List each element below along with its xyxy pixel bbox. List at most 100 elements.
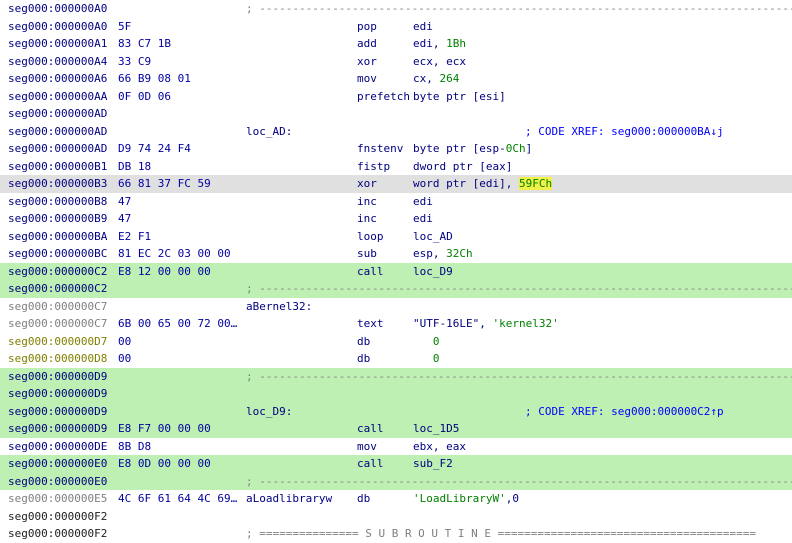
listing-row[interactable]: seg000:000000E0 E8 0D 00 00 00 call sub_F2 [0, 455, 792, 473]
listing-row[interactable]: seg000:000000A1 83 C7 1B add edi, 1Bh [0, 35, 792, 53]
opcode-bytes[interactable]: 47 [118, 193, 131, 211]
instruction-mnemonic[interactable]: pop [357, 18, 377, 36]
disassembly-listing[interactable]: seg000:000000A0 ; -----------------------… [0, 0, 792, 540]
instruction-mnemonic[interactable]: loop [357, 228, 384, 246]
instruction-operands[interactable]: byte ptr [esi] [413, 88, 506, 106]
row-address[interactable]: seg000:000000C2 [8, 280, 107, 298]
row-address[interactable]: seg000:000000D9 [8, 385, 107, 403]
instruction-operands[interactable]: loc_AD [413, 228, 453, 246]
instruction-operands[interactable]: 0 [413, 333, 440, 351]
opcode-bytes[interactable]: 00 [118, 333, 131, 351]
opcode-bytes[interactable]: 47 [118, 210, 131, 228]
operand-number[interactable]: 32Ch [446, 247, 473, 260]
listing-row[interactable]: seg000:000000C7 aBernel32: [0, 298, 792, 316]
listing-row[interactable]: seg000:000000D8 00 db 0 [0, 350, 792, 368]
instruction-operands[interactable]: 0 [413, 350, 440, 368]
instruction-mnemonic[interactable]: xor [357, 53, 377, 71]
instruction-operands[interactable]: edi [413, 18, 433, 36]
row-address[interactable]: seg000:000000B8 [8, 193, 107, 211]
separator-comment[interactable]: ; --------------------------------------… [246, 0, 792, 18]
xref-comment[interactable]: ; CODE XREF: seg000:000000BA↓j [525, 123, 724, 141]
opcode-bytes[interactable]: 83 C7 1B [118, 35, 171, 53]
listing-row[interactable]: seg000:000000F2 ; =============== S U B R… [0, 525, 792, 543]
listing-row[interactable]: seg000:000000AD [0, 105, 792, 123]
row-address[interactable]: seg000:000000D8 [8, 350, 107, 368]
separator-comment[interactable]: ; --------------------------------------… [246, 473, 792, 491]
instruction-mnemonic[interactable]: db [357, 333, 370, 351]
row-address[interactable]: seg000:000000D7 [8, 333, 107, 351]
row-address[interactable]: seg000:000000A4 [8, 53, 107, 71]
instruction-operands[interactable]: byte ptr [esp-0Ch] [413, 140, 532, 158]
operand-text[interactable]: sub_F2 [413, 457, 453, 470]
row-address[interactable]: seg000:000000C7 [8, 298, 107, 316]
operand-number[interactable]: 1Bh [446, 37, 466, 50]
operand-text[interactable]: loc_D9 [413, 265, 453, 278]
listing-row[interactable]: seg000:000000A0 5F pop edi [0, 18, 792, 36]
operand-number[interactable]: 0Ch [506, 142, 526, 155]
opcode-bytes[interactable]: 4C 6F 61 64 4C 69… [118, 490, 237, 508]
listing-row[interactable]: seg000:000000A4 33 C9 xor ecx, ecx [0, 53, 792, 71]
listing-row[interactable]: seg000:000000D7 00 db 0 [0, 333, 792, 351]
row-address[interactable]: seg000:000000A0 [8, 18, 107, 36]
instruction-operands[interactable]: loc_1D5 [413, 420, 459, 438]
listing-row[interactable]: seg000:000000C7 6B 00 65 00 72 00… text "UT… [0, 315, 792, 333]
row-address[interactable]: seg000:000000A0 [8, 0, 107, 18]
instruction-mnemonic[interactable]: sub [357, 245, 377, 263]
row-address[interactable]: seg000:000000F2 [8, 508, 107, 526]
instruction-operands[interactable]: edi [413, 193, 433, 211]
row-address[interactable]: seg000:000000F2 [8, 525, 107, 543]
instruction-operands[interactable]: ecx, ecx [413, 53, 466, 71]
listing-row[interactable]: seg000:000000C2 ; -----------------------… [0, 280, 792, 298]
opcode-bytes[interactable]: 5F [118, 18, 131, 36]
row-address[interactable]: seg000:000000D9 [8, 403, 107, 421]
row-address[interactable]: seg000:000000BA [8, 228, 107, 246]
listing-row[interactable]: seg000:000000B3 66 81 37 FC 59 xor word ptr… [0, 175, 792, 193]
opcode-bytes[interactable]: DB 18 [118, 158, 151, 176]
opcode-bytes[interactable]: E8 0D 00 00 00 [118, 455, 211, 473]
instruction-mnemonic[interactable]: inc [357, 193, 377, 211]
instruction-operands[interactable]: word ptr [edi], 59FCh [413, 175, 553, 193]
operand-number[interactable]: 0 [413, 352, 440, 365]
listing-row[interactable]: seg000:000000E5 4C 6F 61 64 4C 69… aLoadli… [0, 490, 792, 508]
instruction-operands[interactable]: dword ptr [eax] [413, 158, 512, 176]
opcode-bytes[interactable]: E2 F1 [118, 228, 151, 246]
opcode-bytes[interactable]: 00 [118, 350, 131, 368]
instruction-mnemonic[interactable]: add [357, 35, 377, 53]
instruction-mnemonic[interactable]: call [357, 455, 384, 473]
row-address[interactable]: seg000:000000E0 [8, 455, 107, 473]
listing-row[interactable]: seg000:000000A0 ; -----------------------… [0, 0, 792, 18]
instruction-mnemonic[interactable]: mov [357, 438, 377, 456]
opcode-bytes[interactable]: 0F 0D 06 [118, 88, 171, 106]
listing-row[interactable]: seg000:000000D9 ; -----------------------… [0, 367, 792, 385]
instruction-operands[interactable]: edi, 1Bh [413, 35, 466, 53]
row-address[interactable]: seg000:000000DE [8, 438, 107, 456]
operand-text[interactable]: ebx, eax [413, 440, 466, 453]
separator-comment[interactable]: ; =============== S U B R O U T I N E ==… [246, 525, 756, 543]
xref-comment[interactable]: ; CODE XREF: seg000:000000C2↑p [525, 403, 724, 421]
instruction-mnemonic[interactable]: xor [357, 175, 377, 193]
instruction-operands[interactable]: loc_D9 [413, 263, 453, 281]
listing-row[interactable]: seg000:000000AA 0F 0D 06 prefetch byte ptr … [0, 88, 792, 106]
code-label[interactable]: loc_AD: [246, 123, 292, 141]
instruction-mnemonic[interactable]: db [357, 490, 370, 508]
row-address[interactable]: seg000:000000BC [8, 245, 107, 263]
row-address[interactable]: seg000:000000A6 [8, 70, 107, 88]
operand-number[interactable]: 264 [440, 72, 460, 85]
operand-text[interactable]: loc_AD [413, 230, 453, 243]
opcode-bytes[interactable]: 33 C9 [118, 53, 151, 71]
instruction-mnemonic[interactable]: db [357, 350, 370, 368]
operand-tail[interactable]: ,0 [506, 492, 519, 505]
operand-text[interactable]: byte ptr [esp- [413, 142, 506, 155]
separator-comment[interactable]: ; --------------------------------------… [246, 280, 792, 298]
operand-text[interactable]: byte ptr [esi] [413, 90, 506, 103]
operand-text[interactable]: edi [413, 212, 433, 225]
instruction-operands[interactable]: esp, 32Ch [413, 245, 473, 263]
opcode-bytes[interactable]: 6B 00 65 00 72 00… [118, 315, 237, 333]
instruction-operands[interactable]: cx, 264 [413, 70, 459, 88]
listing-row[interactable]: seg000:000000DE 8B D8 mov ebx, eax [0, 438, 792, 456]
listing-row[interactable]: seg000:000000BC 81 EC 2C 03 00 00 sub esp, … [0, 245, 792, 263]
instruction-mnemonic[interactable]: fistp [357, 158, 390, 176]
row-address[interactable]: seg000:000000AA [8, 88, 107, 106]
listing-row[interactable]: seg000:000000AD loc_AD: ; CODE XREF: seg00… [0, 123, 792, 141]
opcode-bytes[interactable]: E8 12 00 00 00 [118, 263, 211, 281]
